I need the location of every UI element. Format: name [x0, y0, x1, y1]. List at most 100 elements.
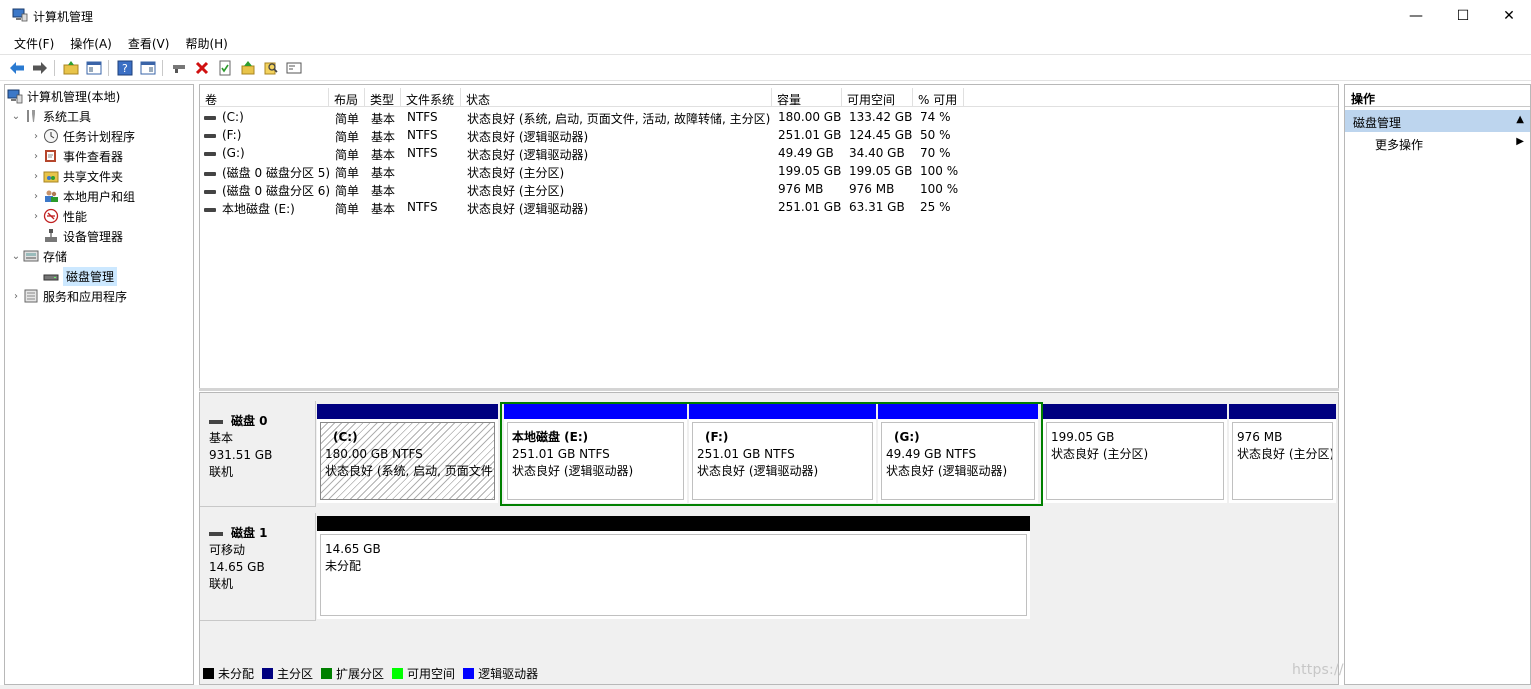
percent-free-cell: 100 %: [920, 164, 959, 178]
maximize-button[interactable]: ☐: [1440, 0, 1486, 31]
table-row[interactable]: (G:) 简单 基本 NTFS 状态良好 (逻辑驱动器) 49.49 GB 34…: [200, 144, 1338, 162]
partition-f[interactable]: (F:) 251.01 GB NTFS 状态良好 (逻辑驱动器): [689, 404, 876, 503]
tree-item-system-tools[interactable]: ⌄ 系统工具: [9, 106, 91, 126]
show-tree-icon[interactable]: [85, 59, 103, 77]
legend-swatch: [203, 667, 214, 679]
forward-icon[interactable]: [31, 59, 49, 77]
back-icon[interactable]: [8, 59, 26, 77]
partition-c[interactable]: (C:) 180.00 GB NTFS 状态良好 (系统, 启动, 页面文件, …: [317, 404, 498, 503]
free-space-cell: 124.45 GB: [849, 128, 913, 142]
capacity-cell: 180.00 GB: [778, 110, 842, 124]
volume-name: (磁盘 0 磁盘分区 5): [222, 166, 331, 180]
tree-item-services[interactable]: › 服务和应用程序: [9, 286, 127, 306]
free-space-cell: 63.31 GB: [849, 200, 905, 214]
partition-6[interactable]: 976 MB 状态良好 (主分区): [1229, 404, 1336, 503]
filesystem-cell: NTFS: [407, 110, 438, 124]
partition-e[interactable]: 本地磁盘 (E:) 251.01 GB NTFS 状态良好 (逻辑驱动器): [504, 404, 687, 503]
column-header-layout[interactable]: 布局: [329, 88, 365, 107]
tree-item-event-viewer[interactable]: › 事件查看器: [29, 146, 123, 166]
users-icon: [43, 188, 59, 204]
partition-unallocated[interactable]: 14.65 GB 未分配: [317, 516, 1030, 619]
svg-text:?: ?: [122, 62, 128, 75]
partition-status: 状态良好 (主分区): [1237, 447, 1333, 461]
connect-icon[interactable]: [170, 59, 188, 77]
filesystem-cell: NTFS: [407, 200, 438, 214]
properties-icon[interactable]: [216, 59, 234, 77]
percent-free-cell: 100 %: [920, 182, 959, 196]
legend-item: 主分区: [262, 665, 313, 682]
minimize-button[interactable]: —: [1393, 0, 1439, 31]
column-header-free-space[interactable]: 可用空间: [842, 88, 913, 107]
tree-item-task-scheduler[interactable]: › 任务计划程序: [29, 126, 135, 146]
tree-item-performance[interactable]: › 性能: [29, 206, 87, 226]
chevron-right-icon[interactable]: ›: [29, 131, 43, 142]
tree-label-disk-management: 磁盘管理: [63, 266, 118, 286]
menu-view[interactable]: 查看(V): [120, 31, 178, 53]
disk-name: 磁盘 0: [231, 414, 268, 428]
column-header-capacity[interactable]: 容量: [772, 88, 842, 107]
menu-action[interactable]: 操作(A): [62, 31, 120, 53]
drive-icon: [204, 133, 216, 138]
tree-item-disk-management[interactable]: 磁盘管理: [43, 266, 118, 286]
table-row[interactable]: (C:) 简单 基本 NTFS 状态良好 (系统, 启动, 页面文件, 活动, …: [200, 108, 1338, 126]
more-actions-item[interactable]: 更多操作 ▶: [1375, 136, 1530, 156]
chevron-right-icon[interactable]: ›: [29, 211, 43, 222]
tree-label-services: 服务和应用程序: [43, 289, 128, 304]
column-header-volume[interactable]: 卷: [200, 88, 329, 107]
volume-name: (磁盘 0 磁盘分区 6): [222, 184, 331, 198]
actions-section-disk-management[interactable]: 磁盘管理 ▲: [1345, 110, 1530, 132]
table-row[interactable]: 本地磁盘 (E:) 简单 基本 NTFS 状态良好 (逻辑驱动器) 251.01…: [200, 198, 1338, 216]
title-bar: 计算机管理 — ☐ ✕: [0, 0, 1531, 31]
tree-item-shared-folders[interactable]: › 共享文件夹: [29, 166, 123, 186]
tree-item-root[interactable]: 计算机管理(本地): [7, 86, 120, 106]
volume-list: 卷 布局 类型 文件系统 状态 容量 可用空间 % 可用 (C:) 简单 基本 …: [199, 84, 1339, 390]
partition-g[interactable]: (G:) 49.49 GB NTFS 状态良好 (逻辑驱动器): [878, 404, 1038, 503]
export-icon[interactable]: [239, 59, 257, 77]
console-icon[interactable]: [285, 59, 303, 77]
close-button[interactable]: ✕: [1486, 0, 1531, 31]
table-row[interactable]: (F:) 简单 基本 NTFS 状态良好 (逻辑驱动器) 251.01 GB 1…: [200, 126, 1338, 144]
chevron-right-icon[interactable]: ›: [29, 171, 43, 182]
menu-help[interactable]: 帮助(H): [177, 31, 235, 53]
column-header-filesystem[interactable]: 文件系统: [401, 88, 461, 107]
type-cell: 基本: [371, 184, 396, 198]
status-bar: [0, 685, 1531, 689]
up-folder-icon[interactable]: [62, 59, 80, 77]
shared-folder-icon: [43, 168, 59, 184]
search-icon[interactable]: [262, 59, 280, 77]
table-row[interactable]: (磁盘 0 磁盘分区 6) 简单 基本 状态良好 (主分区) 976 MB 97…: [200, 180, 1338, 198]
percent-free-cell: 50 %: [920, 128, 951, 142]
tree-item-local-users[interactable]: › 本地用户和组: [29, 186, 135, 206]
delete-icon[interactable]: [193, 59, 211, 77]
tree-label-system-tools: 系统工具: [43, 109, 92, 124]
disk-management-icon: [43, 268, 59, 284]
services-icon: [23, 288, 39, 304]
tree-item-storage[interactable]: ⌄ 存储: [9, 246, 67, 266]
disk-status: 联机: [209, 577, 234, 591]
tree-item-device-manager[interactable]: 设备管理器: [43, 226, 123, 246]
column-header-type[interactable]: 类型: [365, 88, 401, 107]
partition-color-bar: [1043, 404, 1227, 419]
column-header-percent-free[interactable]: % 可用: [913, 88, 964, 107]
performance-icon: [43, 208, 59, 224]
partition-5[interactable]: 199.05 GB 状态良好 (主分区): [1043, 404, 1227, 503]
chevron-right-icon[interactable]: ›: [9, 291, 23, 302]
disk-0-label[interactable]: 磁盘 0 基本 931.51 GB 联机: [200, 401, 316, 507]
disk-graphical-view: 磁盘 0 基本 931.51 GB 联机 (C:) 180.00 GB NTFS…: [199, 392, 1339, 685]
legend-item: 可用空间: [392, 665, 455, 682]
collapse-up-icon[interactable]: ▲: [1516, 114, 1524, 125]
view-icon[interactable]: [139, 59, 157, 77]
legend-item: 未分配: [203, 665, 254, 682]
pane-splitter[interactable]: [199, 388, 1339, 391]
chevron-right-icon[interactable]: ›: [29, 191, 43, 202]
chevron-down-icon[interactable]: ⌄: [9, 111, 23, 122]
status-cell: 状态良好 (逻辑驱动器): [467, 148, 589, 162]
menu-file[interactable]: 文件(F): [6, 31, 62, 53]
chevron-right-icon[interactable]: ›: [29, 151, 43, 162]
table-row[interactable]: (磁盘 0 磁盘分区 5) 简单 基本 状态良好 (主分区) 199.05 GB…: [200, 162, 1338, 180]
column-header-status[interactable]: 状态: [461, 88, 772, 107]
help-icon[interactable]: ?: [116, 59, 134, 77]
chevron-down-icon[interactable]: ⌄: [9, 251, 23, 262]
disk-1-label[interactable]: 磁盘 1 可移动 14.65 GB 联机: [200, 513, 316, 621]
capacity-cell: 251.01 GB: [778, 200, 842, 214]
